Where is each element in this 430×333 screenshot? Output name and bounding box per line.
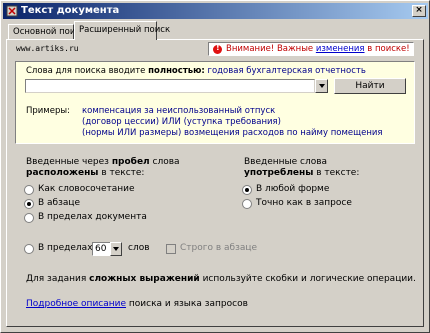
placement-title-strong: пробел	[111, 157, 150, 167]
within-unit: слов	[128, 243, 150, 253]
radio-in-document[interactable]	[24, 213, 34, 223]
warning-suffix: в поиске!	[364, 44, 410, 54]
example-line: (договор цессии) ИЛИ (уступка требования…	[82, 117, 281, 127]
warning-icon	[213, 43, 222, 54]
usage-title-line2: употреблены в тексте:	[244, 168, 359, 179]
placement-title-text: в тексте:	[98, 168, 145, 178]
warning-prefix: Внимание! Важные	[226, 44, 316, 54]
complex-expressions-note: Для задания сложных выражений используйт…	[26, 274, 416, 284]
within-count-dropdown[interactable]	[110, 242, 122, 256]
radio-in-document-label[interactable]: В пределах документа	[38, 212, 147, 223]
example-line: (нормы ИЛИ размеры) возмещения расходов …	[82, 128, 383, 138]
find-button[interactable]: Найти	[334, 78, 406, 94]
search-history-dropdown[interactable]	[315, 79, 328, 93]
radio-as-phrase[interactable]	[24, 185, 34, 195]
changes-link[interactable]: изменения	[316, 44, 365, 54]
usage-title-strong: употреблены	[244, 168, 314, 178]
tab-advanced-search[interactable]: Расширенный поиск	[74, 21, 170, 40]
warning-text: Внимание! Важные изменения в поиске!	[226, 44, 410, 55]
tab-basic-search[interactable]: Основной поиск	[8, 24, 85, 40]
hint-prefix: Слова для поиска вводите	[26, 66, 149, 76]
usage-title: Введенные слова	[244, 157, 328, 167]
radio-within[interactable]	[24, 244, 34, 254]
radio-as-phrase-label[interactable]: Как словосочетание	[38, 184, 135, 195]
warning-banner: Внимание! Важные изменения в поиске!	[208, 42, 414, 56]
documentation-text: поиска и языка запросов	[126, 299, 248, 309]
strict-paragraph-label: Строго в абзаце	[180, 243, 258, 253]
search-hint: Слова для поиска вводите полностью: годо…	[26, 66, 366, 76]
placement-title-text: слова	[149, 157, 180, 167]
placement-title-line2: расположены в тексте:	[26, 168, 144, 179]
close-icon: ×	[415, 5, 423, 15]
radio-any-form-label[interactable]: В любой форме	[256, 184, 329, 195]
search-input[interactable]	[25, 79, 315, 93]
radio-in-paragraph-label[interactable]: В абзаце	[38, 198, 80, 209]
placement-title-text: Введенные через	[26, 157, 112, 167]
note-text: Для задания	[26, 274, 90, 284]
note-strong: сложных выражений	[89, 274, 200, 284]
documentation-line: Подробное описание поиска и языка запрос…	[26, 299, 248, 309]
examples-label: Примеры:	[26, 106, 70, 116]
title-bar[interactable]: Текст документа ×	[3, 3, 428, 19]
window-title: Текст документа	[21, 5, 120, 16]
placement-title-strong: расположены	[26, 168, 99, 178]
site-url: www.artiks.ru	[16, 44, 79, 53]
radio-exact-query[interactable]	[242, 199, 252, 209]
radio-exact-query-label[interactable]: Точно как в запросе	[256, 198, 352, 209]
placement-title: Введенные через пробел слова	[26, 157, 180, 168]
app-icon	[6, 5, 18, 17]
usage-title-text: в тексте:	[313, 168, 360, 178]
within-label[interactable]: В пределах	[38, 243, 93, 254]
note-text: используйте скобки и логические операции…	[199, 274, 416, 284]
strict-paragraph-checkbox[interactable]	[166, 244, 176, 254]
example-line: компенсация за неиспользованный отпуск	[82, 106, 276, 116]
hint-example: годовая бухгалтерская отчетность	[207, 66, 366, 76]
hint-strong: полностью:	[148, 66, 205, 76]
detailed-description-link[interactable]: Подробное описание	[26, 299, 126, 309]
radio-in-paragraph[interactable]	[24, 199, 34, 209]
radio-any-form[interactable]	[242, 185, 252, 195]
close-button[interactable]: ×	[412, 5, 426, 17]
